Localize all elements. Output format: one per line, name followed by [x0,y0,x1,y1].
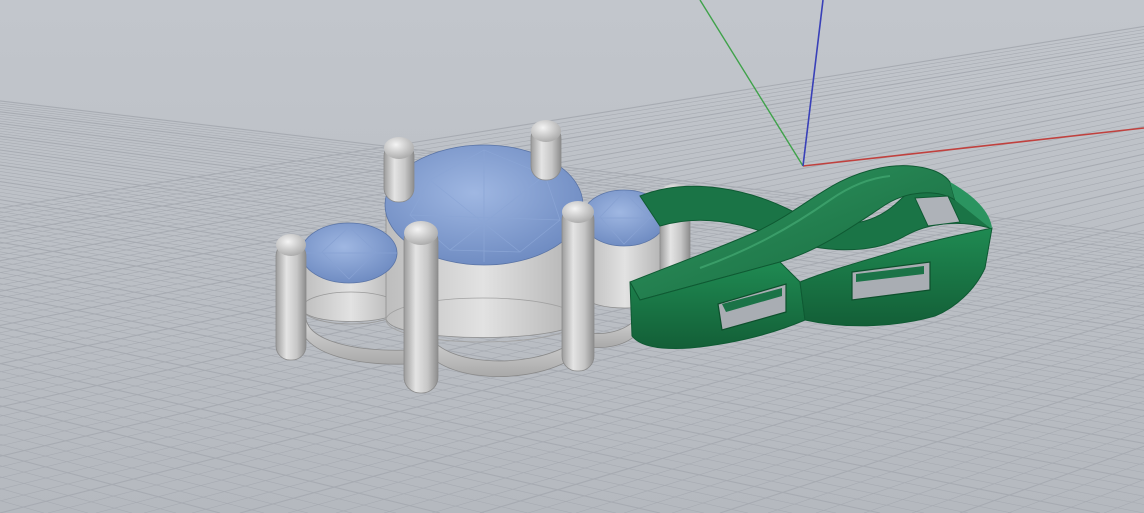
prong-cap [562,201,594,223]
prong-cap [404,221,438,245]
prong [275,241,307,361]
prong [561,204,595,372]
prong-cap [531,120,561,142]
perspective-viewport[interactable] [0,0,1144,513]
prong [403,224,439,394]
viewport-canvas[interactable] [0,0,1144,513]
prong-cap [384,137,414,159]
prong-cap [276,234,306,256]
